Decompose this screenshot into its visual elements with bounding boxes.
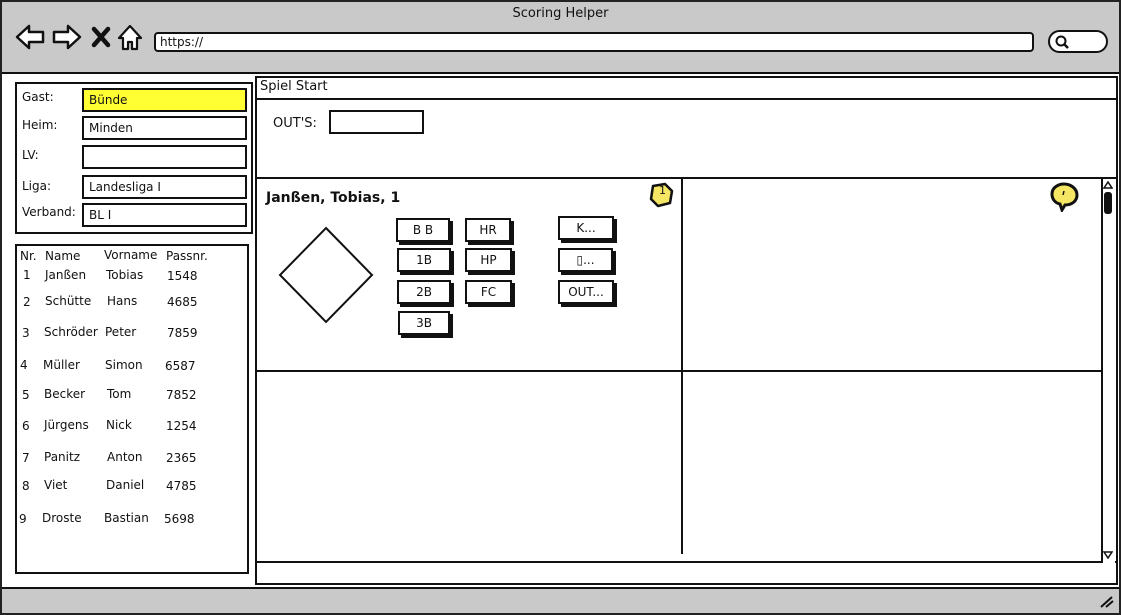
cell-name: Müller <box>43 358 80 372</box>
k-button[interactable]: K... <box>558 216 614 240</box>
cell-name: Becker <box>44 387 86 401</box>
cell-nr: 8 <box>22 479 30 493</box>
out-button[interactable]: OUT... <box>558 280 614 304</box>
1b-button[interactable]: 1B <box>397 248 451 272</box>
lv-field[interactable] <box>82 145 247 169</box>
cell-nr: 3 <box>22 326 30 340</box>
fc-button[interactable]: FC <box>465 280 512 304</box>
page-title: Spiel Start <box>260 79 328 94</box>
header-vorname: Vorname <box>104 248 158 262</box>
outs-field[interactable] <box>329 110 424 134</box>
divider <box>255 177 1118 179</box>
cell-name: Schütte <box>45 294 92 308</box>
liga-field[interactable]: Landesliga I <box>82 175 247 199</box>
cell-nr: 2 <box>23 295 31 309</box>
header-nr: Nr. <box>20 249 37 263</box>
divider <box>255 98 1118 100</box>
table-row[interactable]: 1 Janßen Tobias 1548 <box>18 268 248 286</box>
verband-field[interactable]: BL I <box>82 203 247 227</box>
heim-label: Heim: <box>22 118 58 132</box>
table-row[interactable]: 6 Jürgens Nick 1254 <box>18 418 248 436</box>
heim-field[interactable]: Minden <box>82 116 247 140</box>
cell-nr: 6 <box>22 419 30 433</box>
search-icon <box>1055 35 1069 49</box>
divider <box>681 179 683 554</box>
cell-passnr: 1254 <box>166 419 197 433</box>
back-arrow-icon[interactable] <box>14 22 46 52</box>
cell-passnr: 4785 <box>166 479 197 493</box>
cell-passnr: 2365 <box>166 451 197 465</box>
resize-handle-icon[interactable] <box>1098 594 1114 608</box>
cell-name: Droste <box>42 511 82 525</box>
header-passnr: Passnr. <box>166 249 208 263</box>
cell-passnr: 6587 <box>165 359 196 373</box>
cell-nr: 1 <box>23 268 31 282</box>
lv-label: LV: <box>22 148 39 162</box>
player-name: Janßen, Tobias, 1 <box>266 190 401 206</box>
forward-arrow-icon[interactable] <box>51 22 83 52</box>
verband-label: Verband: <box>22 205 76 219</box>
url-bar[interactable]: https:// <box>154 32 1034 52</box>
cell-vorname: Peter <box>105 325 137 339</box>
cell-vorname: Daniel <box>106 478 145 492</box>
status-bar <box>2 587 1119 613</box>
baseball-diamond-icon <box>278 226 374 324</box>
cell-nr: 7 <box>22 451 30 465</box>
divider <box>255 370 1103 372</box>
table-row[interactable]: 2 Schütte Hans 4685 <box>18 294 248 312</box>
table-row[interactable]: 4 Müller Simon 6587 <box>18 358 248 376</box>
cell-passnr: 5698 <box>164 512 195 526</box>
speech-bubble-icon[interactable] <box>1048 182 1080 212</box>
scroll-thumb[interactable] <box>1104 192 1112 214</box>
liga-label: Liga: <box>22 179 52 193</box>
gast-label: Gast: <box>22 90 54 104</box>
divider <box>255 561 1118 563</box>
scroll-down-icon[interactable] <box>1103 551 1113 559</box>
cell-name: Panitz <box>44 450 80 464</box>
cell-name: Schröder <box>44 325 98 339</box>
cell-nr: 9 <box>19 512 27 526</box>
table-row[interactable]: 8 Viet Daniel 4785 <box>18 478 248 496</box>
main-panel <box>255 76 1118 585</box>
cell-vorname: Hans <box>107 294 138 308</box>
bb-button[interactable]: B B <box>396 218 450 242</box>
table-row[interactable]: 5 Becker Tom 7852 <box>18 387 248 405</box>
search-box[interactable] <box>1048 30 1108 53</box>
cell-nr: 5 <box>22 388 30 402</box>
cell-vorname: Tom <box>107 387 132 401</box>
outs-label: OUT'S: <box>273 116 317 131</box>
cell-passnr: 1548 <box>167 269 198 283</box>
cell-vorname: Bastian <box>104 511 149 525</box>
2b-button[interactable]: 2B <box>397 280 451 304</box>
hr-button[interactable]: HR <box>465 218 511 242</box>
close-x-icon[interactable] <box>90 22 112 52</box>
hp-button[interactable]: HP <box>465 248 512 272</box>
table-row[interactable]: 3 Schröder Peter 7859 <box>18 325 248 343</box>
cell-passnr: 4685 <box>167 295 198 309</box>
cell-vorname: Simon <box>105 358 143 372</box>
unknown-button[interactable]: ▯... <box>558 248 613 272</box>
cell-vorname: Tobias <box>106 268 144 282</box>
home-icon[interactable] <box>117 22 143 52</box>
header-name: Name <box>45 249 81 263</box>
cell-name: Jürgens <box>44 418 89 432</box>
cell-nr: 4 <box>20 358 28 372</box>
cell-name: Viet <box>44 478 68 492</box>
cell-vorname: Nick <box>106 418 132 432</box>
cell-vorname: Anton <box>107 450 143 464</box>
window-title: Scoring Helper <box>512 6 609 21</box>
scroll-up-icon[interactable] <box>1103 181 1113 189</box>
table-row[interactable]: 9 Droste Bastian 5698 <box>18 511 248 529</box>
badge-number: 1 <box>659 184 666 197</box>
gast-field[interactable]: Bünde <box>82 88 247 112</box>
vertical-scrollbar[interactable] <box>1101 179 1115 563</box>
table-row[interactable]: 7 Panitz Anton 2365 <box>18 450 248 468</box>
cell-name: Janßen <box>45 268 87 282</box>
cell-passnr: 7859 <box>167 326 198 340</box>
cell-passnr: 7852 <box>166 388 197 402</box>
3b-button[interactable]: 3B <box>398 311 450 335</box>
